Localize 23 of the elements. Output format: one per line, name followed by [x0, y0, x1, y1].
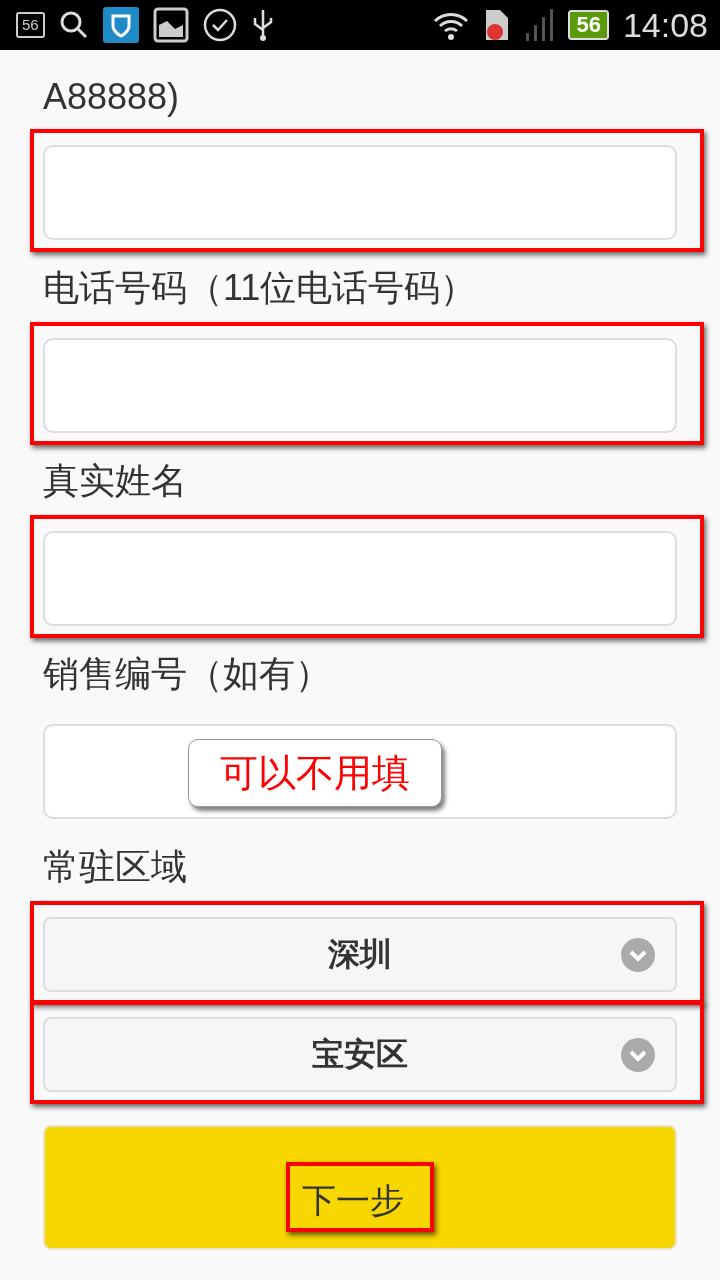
input-field[interactable]	[43, 531, 677, 626]
check-circle-icon	[202, 8, 237, 42]
field-label: 真实姓名	[43, 459, 188, 503]
annotation-note: 可以不用填	[188, 739, 442, 807]
search-icon	[58, 10, 89, 40]
notification-count: 56	[16, 12, 45, 38]
field-label: 销售编号（如有）	[43, 652, 332, 696]
battery-level: 56	[568, 10, 609, 40]
input-field[interactable]	[43, 338, 677, 433]
clock-time: 14:08	[622, 5, 708, 45]
input-field[interactable]	[43, 145, 677, 240]
field-label: 常驻区域	[43, 845, 188, 889]
chevron-down-icon	[621, 1038, 655, 1072]
dropdown-select[interactable]: 深圳	[43, 917, 677, 992]
next-step-button[interactable]: 下一步	[43, 1125, 677, 1250]
chevron-down-icon	[621, 938, 655, 972]
dropdown-select[interactable]: 宝安区	[43, 1017, 677, 1092]
image-icon	[152, 7, 189, 43]
field-label: 电话号码（11位电话号码）	[43, 266, 478, 310]
signal-icon	[524, 9, 555, 41]
shield-icon	[102, 7, 139, 43]
sim-alert-icon	[484, 8, 511, 42]
field-label: A88888)	[43, 75, 181, 119]
